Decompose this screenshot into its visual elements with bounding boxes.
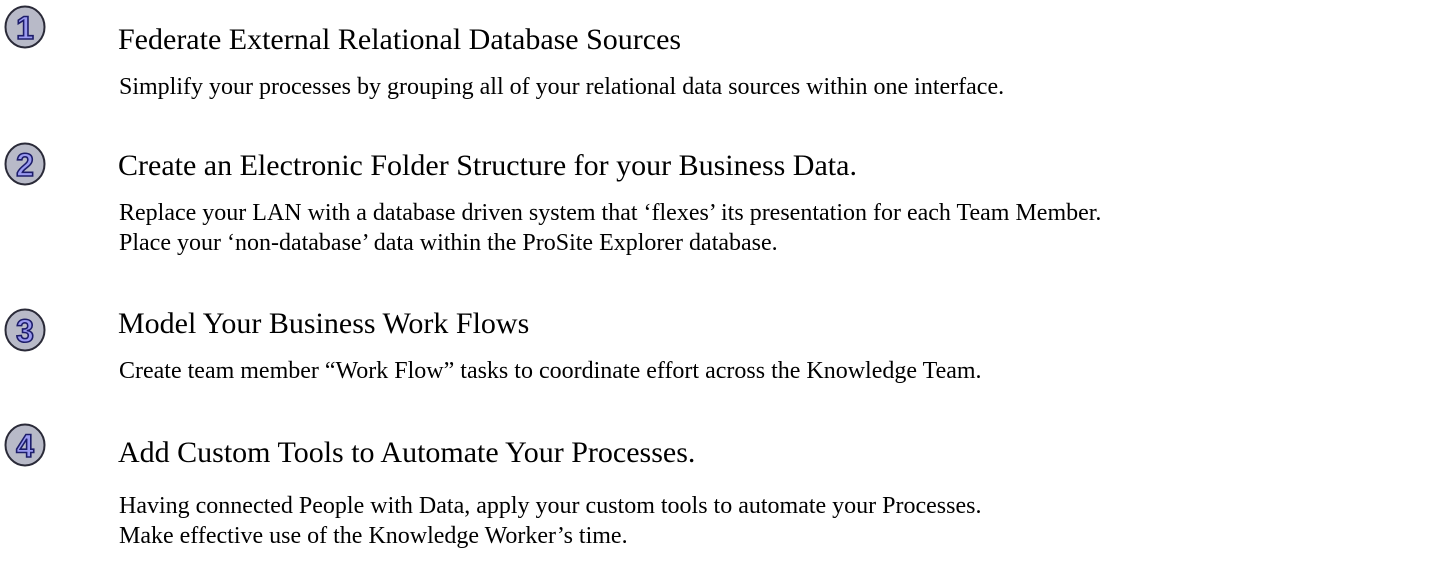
step-2-description: Replace your LAN with a database driven …	[119, 198, 1101, 258]
number-four-badge-icon: 4	[4, 423, 46, 467]
step-3-number: 3	[16, 313, 34, 349]
number-two-badge-icon: 2	[4, 142, 46, 186]
step-1-description: Simplify your processes by grouping all …	[119, 72, 1004, 102]
number-one-badge-icon: 1	[4, 5, 46, 49]
step-4-number: 4	[16, 428, 34, 464]
step-2-line-2: Place your ‘non-database’ data within th…	[119, 230, 778, 256]
step-1-line-1: Simplify your processes by grouping all …	[119, 74, 1005, 100]
step-3-title: Model Your Business Work Flows	[118, 307, 530, 340]
step-4-line-1: Having connected People with Data, apply…	[119, 493, 982, 519]
step-2-number: 2	[16, 147, 34, 183]
step-3-line-1: Create team member “Work Flow” tasks to …	[119, 358, 982, 384]
step-1-number: 1	[16, 10, 34, 46]
number-three-badge-icon: 3	[4, 308, 46, 352]
step-4-line-2: Make effective use of the Knowledge Work…	[119, 523, 628, 549]
step-2-line-1: Replace your LAN with a database driven …	[119, 200, 1102, 226]
step-4-title: Add Custom Tools to Automate Your Proces…	[118, 436, 696, 469]
step-2-title: Create an Electronic Folder Structure fo…	[118, 149, 857, 182]
step-3-description: Create team member “Work Flow” tasks to …	[119, 356, 982, 386]
step-1-title: Federate External Relational Database So…	[118, 23, 682, 56]
step-4-description: Having connected People with Data, apply…	[119, 491, 981, 551]
